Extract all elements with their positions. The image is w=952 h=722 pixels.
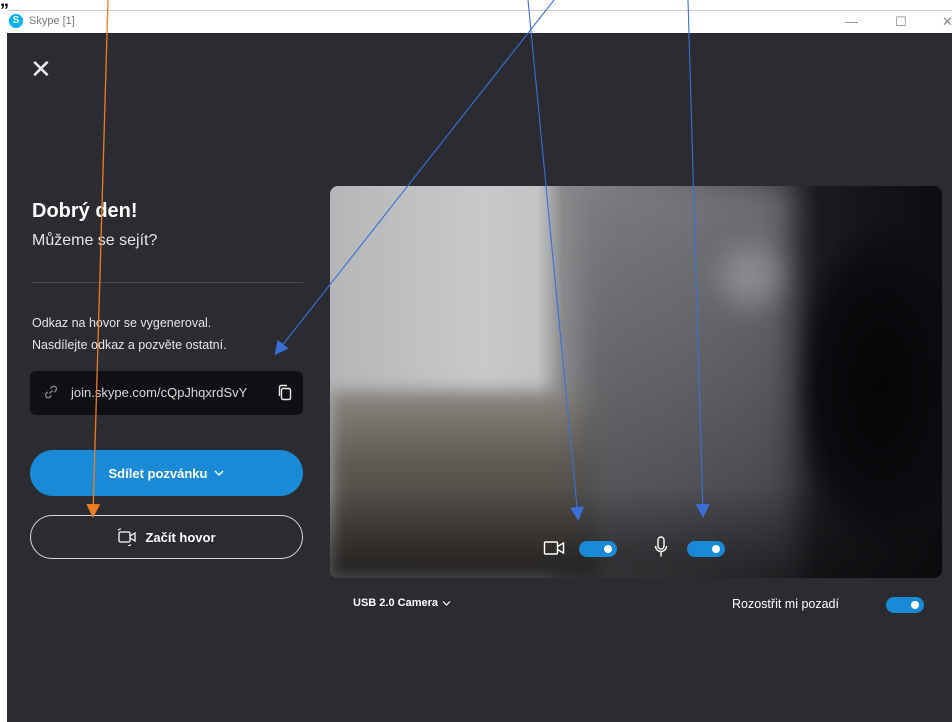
blur-background-toggle[interactable] [886,597,924,613]
video-toggle[interactable] [579,541,617,557]
share-invite-label: Sdílet pozvánku [108,465,208,481]
meet-now-panel: ✕ Dobrý den! Můžeme se sejít? Odkaz na h… [7,33,952,722]
invite-link-box: join.skype.com/cQpJhqxrdSvY [30,371,303,415]
maximize-button[interactable]: ☐ [895,14,907,30]
share-invite-button[interactable]: Sdílet pozvánku [30,450,303,496]
microphone-icon[interactable] [654,536,668,558]
preview-bottom-shade [330,486,942,578]
clipped-heading-text: „ [0,0,9,10]
start-call-button[interactable]: Začít hovor [30,515,303,559]
greeting-subtitle: Můžeme se sejít? [32,232,158,249]
link-info-line2: Nasdílejte odkaz a pozvěte ostatní. [32,338,227,352]
chevron-down-icon [215,470,224,476]
greeting-title: Dobrý den! [32,200,138,222]
preview-blur-blob [720,246,780,306]
minimize-button[interactable]: — [845,14,858,29]
link-icon [44,385,58,399]
video-call-icon [118,528,137,546]
link-info-line1: Odkaz na hovor se vygeneroval. [32,316,212,330]
invite-link-text[interactable]: join.skype.com/cQpJhqxrdSvY [71,385,247,400]
divider [32,282,303,283]
camera-select-label: USB 2.0 Camera [353,597,438,609]
copy-icon[interactable] [276,383,294,403]
microphone-toggle[interactable] [687,541,725,557]
camera-preview [330,186,942,578]
window-titlebar: S Skype [1] — ☐ ✕ [7,10,952,33]
window-title: Skype [1] [29,15,75,27]
camera-icon[interactable] [543,539,565,557]
close-icon[interactable]: ✕ [30,56,52,82]
start-call-label: Začít hovor [145,529,216,545]
camera-select[interactable]: USB 2.0 Camera [353,597,451,609]
blur-background-label: Rozostřit mi pozadí [732,597,839,611]
chevron-down-icon [442,600,451,606]
skype-logo-icon: S [9,14,23,28]
window-close-button[interactable]: ✕ [942,14,952,30]
